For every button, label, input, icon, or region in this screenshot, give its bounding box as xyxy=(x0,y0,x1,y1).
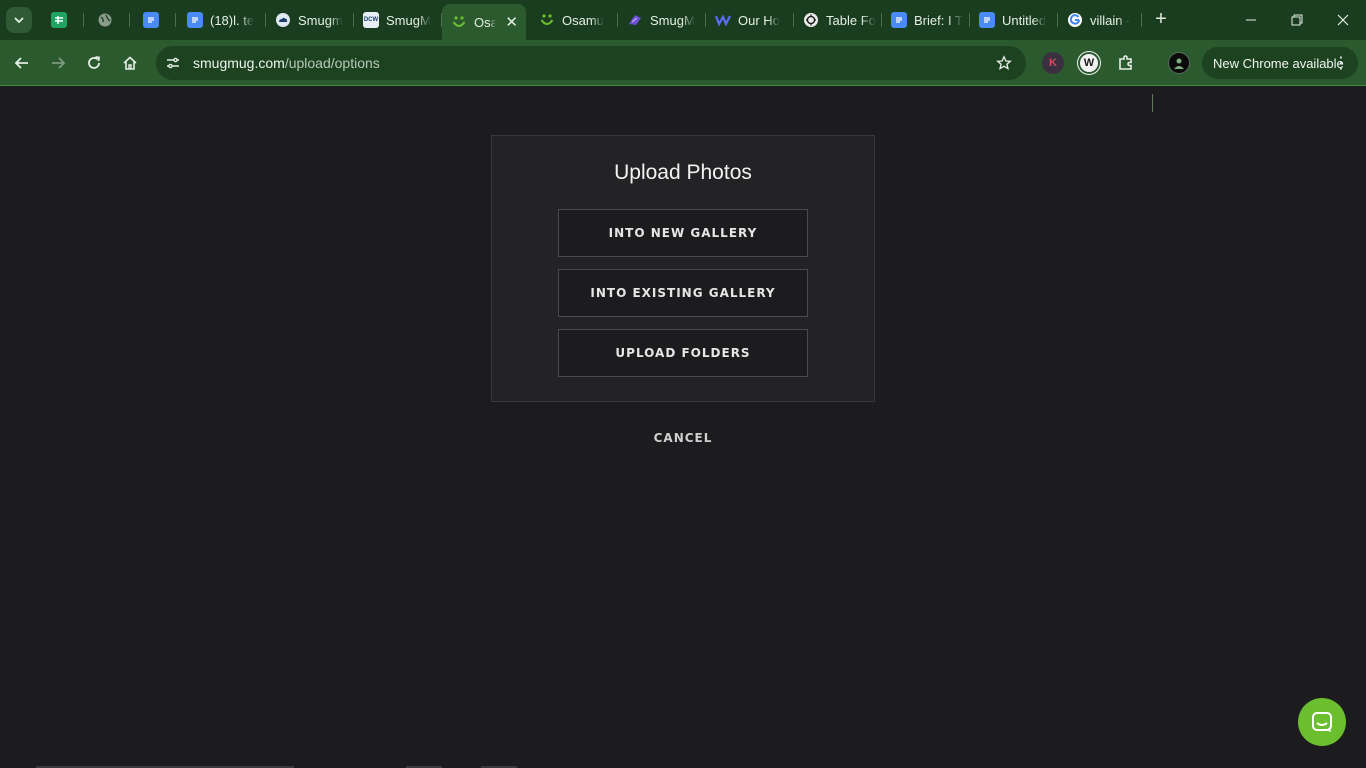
tab-villain[interactable]: villain - xyxy=(1058,6,1142,34)
into-new-gallery-button[interactable]: INTO NEW GALLERY xyxy=(558,209,808,257)
restore-button[interactable] xyxy=(1282,6,1312,34)
extension-k-label: K xyxy=(1049,57,1057,69)
tab-osamu-active[interactable]: Osa ✕ xyxy=(442,4,526,40)
tab-globe[interactable] xyxy=(88,6,130,34)
arrow-left-icon xyxy=(14,57,28,69)
url-path: /upload/options xyxy=(284,55,380,71)
close-window-button[interactable] xyxy=(1328,6,1358,34)
chrome-update-label: New Chrome available xyxy=(1213,55,1344,71)
tab-smugmug-cloud[interactable]: Smugm xyxy=(266,6,354,34)
upload-options-dialog: Upload Photos INTO NEW GALLERY INTO EXIS… xyxy=(491,135,875,402)
tab-table[interactable]: Table Fo xyxy=(794,6,882,34)
close-icon xyxy=(1337,14,1349,26)
purple-logo-icon xyxy=(627,12,643,28)
openai-icon xyxy=(803,12,819,28)
cancel-link[interactable]: CANCEL xyxy=(633,431,733,445)
browser-toolbar: smugmug.com/upload/options K W New Chrom… xyxy=(0,40,1366,112)
tab-sheets[interactable] xyxy=(42,6,84,34)
tab-search-button[interactable] xyxy=(6,7,32,33)
site-info-icon[interactable] xyxy=(164,54,182,72)
profile-avatar[interactable] xyxy=(1168,52,1190,74)
address-bar[interactable]: smugmug.com/upload/options xyxy=(156,46,1026,80)
avatar-icon xyxy=(1174,58,1184,69)
extension-k-icon[interactable]: K xyxy=(1042,52,1064,74)
arrow-right-icon xyxy=(52,57,66,69)
tab-osamu[interactable]: Osamu xyxy=(530,6,618,34)
back-button[interactable] xyxy=(8,49,36,77)
new-tab-button[interactable]: + xyxy=(1150,8,1172,30)
cloud-icon xyxy=(275,12,291,28)
chat-support-button[interactable] xyxy=(1298,698,1346,746)
sheets-icon xyxy=(51,12,67,28)
tab-strip: (18)l. te Smugm DCW SmugM Osa ✕ Osamu Sm… xyxy=(0,0,1366,40)
forward-button[interactable] xyxy=(44,49,72,77)
extensions-button[interactable] xyxy=(1112,49,1140,77)
upload-folders-button[interactable]: UPLOAD FOLDERS xyxy=(558,329,808,377)
reload-icon xyxy=(88,56,101,69)
chrome-update-button[interactable]: New Chrome available ⋮ xyxy=(1202,47,1358,79)
tab-brief[interactable]: Brief: I T xyxy=(882,6,970,34)
more-vert-icon[interactable]: ⋮ xyxy=(1333,53,1349,73)
url-domain: smugmug.com xyxy=(193,55,285,71)
url-text: smugmug.com/upload/options xyxy=(193,55,380,71)
restore-icon xyxy=(1291,14,1303,26)
close-tab-icon[interactable]: ✕ xyxy=(505,13,518,31)
docs-icon xyxy=(979,12,995,28)
into-existing-gallery-button[interactable]: INTO EXISTING GALLERY xyxy=(558,269,808,317)
bookmark-star-button[interactable] xyxy=(994,53,1014,73)
docs-icon xyxy=(143,12,159,28)
extension-w-icon[interactable]: W xyxy=(1078,52,1100,74)
puzzle-icon xyxy=(1119,55,1132,70)
reload-button[interactable] xyxy=(80,49,108,77)
tab-dcw[interactable]: DCW SmugM xyxy=(354,6,442,34)
tab-docs-2[interactable]: (18)l. te xyxy=(178,6,266,34)
minimize-icon xyxy=(1246,19,1256,21)
smugmug-icon xyxy=(539,12,555,28)
docs-icon xyxy=(891,12,907,28)
extension-w-label: W xyxy=(1083,57,1095,69)
docs-icon xyxy=(187,12,203,28)
home-button[interactable] xyxy=(116,49,144,77)
chevron-down-icon xyxy=(14,17,24,24)
toolbar-divider xyxy=(1152,94,1153,112)
dcw-icon: DCW xyxy=(363,12,379,28)
home-icon xyxy=(123,56,137,70)
tab-docs-1[interactable] xyxy=(134,6,176,34)
star-icon xyxy=(996,55,1012,70)
dialog-title: Upload Photos xyxy=(614,161,752,184)
smugmug-icon xyxy=(451,14,467,30)
tab-our-home[interactable]: Our Ho xyxy=(706,6,794,34)
google-icon xyxy=(1067,12,1083,28)
tab-smugmug-purple[interactable]: SmugM xyxy=(618,6,706,34)
chat-icon xyxy=(1312,712,1332,732)
w-logo-icon xyxy=(715,12,731,28)
minimize-button[interactable] xyxy=(1236,6,1266,34)
tab-untitled[interactable]: Untitled xyxy=(970,6,1058,34)
globe-icon xyxy=(97,12,113,28)
